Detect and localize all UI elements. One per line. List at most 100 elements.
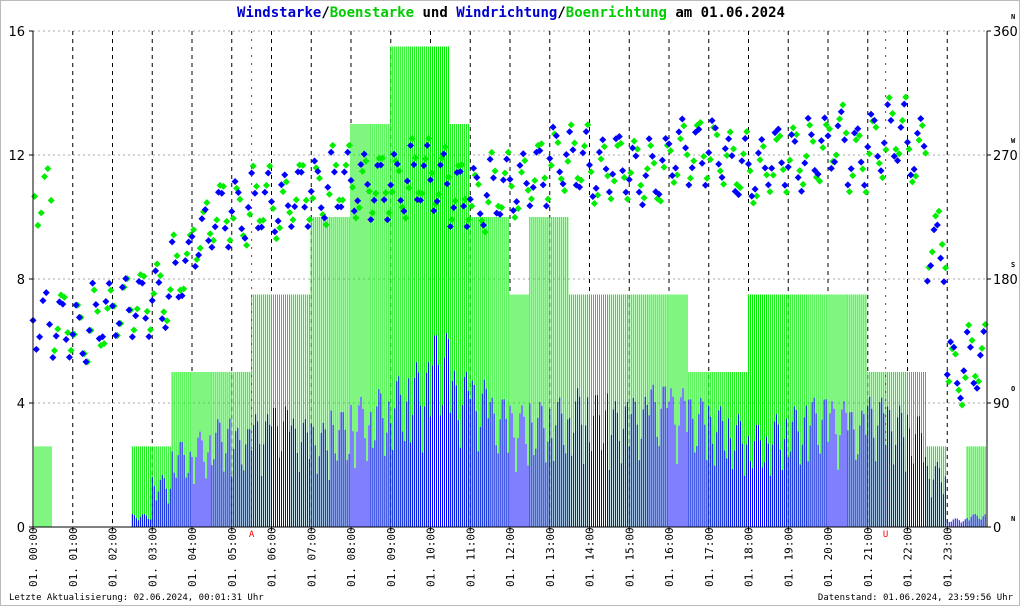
gust-direction-point (143, 307, 151, 315)
wind-direction-point (566, 128, 574, 136)
gust-direction-point (170, 231, 178, 239)
wind-direction-point (758, 135, 766, 143)
wind-direction-point (794, 173, 802, 181)
wind-direction-point (592, 184, 600, 192)
gust-direction-point (531, 177, 539, 185)
wind-direction-point (556, 168, 564, 176)
y-left-tick-label: 0 (17, 521, 25, 536)
gust-direction-point (713, 131, 721, 139)
x-tick-label: 01. 17:00 (703, 527, 716, 587)
wind-direction-point (867, 110, 875, 118)
wind-direction-point (860, 181, 868, 189)
y-right-tick-label: 90 (993, 397, 1010, 412)
wind-direction-point (864, 143, 872, 151)
wind-direction-point (910, 165, 918, 173)
wind-direction-point (834, 122, 842, 130)
gust-direction-point (720, 180, 728, 188)
wind-direction-point (89, 279, 97, 287)
x-tick-label: 01. 18:00 (743, 527, 756, 587)
gust-direction-point (130, 326, 138, 334)
y-right-tick-label: 0 (993, 521, 1001, 536)
gust-direction-point (309, 194, 317, 202)
wind-direction-point (586, 161, 593, 169)
wind-direction-point (917, 115, 925, 123)
wind-direction-point (721, 145, 729, 153)
wind-direction-point (745, 160, 752, 168)
wind-direction-point (171, 259, 179, 267)
gust-direction-point (789, 124, 797, 132)
gust-direction-point (54, 325, 62, 333)
compass-label: S (1011, 261, 1015, 269)
gust-direction-point (34, 221, 42, 229)
wind-direction-point (632, 152, 640, 160)
wind-direction-point (599, 136, 607, 144)
wind-direction-point (857, 158, 865, 166)
gust-direction-point (889, 110, 897, 118)
gust-direction-point (600, 143, 608, 151)
x-tick-label: 01. 20:00 (822, 527, 835, 587)
wind-direction-point (900, 100, 908, 108)
gust-direction-point (37, 209, 45, 217)
wind-direction-point (635, 188, 643, 196)
wind-direction-point (824, 132, 832, 140)
wind-direction-point (489, 174, 497, 182)
wind-direction-point (741, 134, 749, 142)
wind-direction-point (208, 243, 216, 251)
gust-direction-point (667, 147, 675, 155)
gust-direction-point (276, 224, 284, 232)
gust-direction-point (902, 93, 910, 101)
gust-direction-point (269, 205, 277, 213)
gust-direction-point (587, 168, 595, 176)
gust-direction-point (683, 151, 691, 159)
gust-direction-point (246, 210, 254, 218)
gust-direction-point (839, 101, 847, 109)
gust-direction-point (511, 213, 519, 221)
wind-direction-point (639, 201, 646, 209)
wind-direction-point (957, 394, 964, 402)
gust-direction-point (41, 173, 49, 181)
wind-direction-point (841, 136, 849, 144)
gust-direction-point (518, 168, 526, 176)
gust-direction-point (928, 248, 936, 256)
gust-direction-point (286, 209, 294, 217)
wind-direction-point (748, 192, 756, 200)
gust-direction-point (637, 181, 645, 189)
wind-direction-point (668, 172, 676, 180)
gust-direction-point (875, 159, 883, 167)
wind-direction-point (281, 171, 289, 179)
x-tick-label: 01. 14:00 (584, 527, 597, 587)
wind-direction-point (768, 164, 776, 172)
gust-direction-point (156, 272, 164, 280)
gust-direction-point (306, 216, 314, 224)
gust-direction-point (325, 190, 333, 198)
wind-direction-point (274, 217, 282, 225)
gust-direction-point (643, 165, 651, 173)
gust-direction-point (315, 174, 323, 182)
gust-direction-point (47, 196, 55, 204)
y-left-tick-label: 12 (8, 149, 25, 164)
gust-direction-point (223, 217, 231, 225)
wind-direction-point (168, 238, 176, 246)
x-tick-label: 01. 16:00 (663, 527, 676, 587)
wind-direction-point (132, 312, 140, 320)
y-right-tick-label: 270 (993, 149, 1018, 164)
wind-direction-point (105, 279, 113, 287)
gust-direction-point (836, 115, 844, 123)
wind-direction-point (960, 367, 968, 375)
gust-direction-point (289, 216, 297, 224)
wind-direction-point (62, 335, 70, 343)
gust-direction-point (147, 326, 155, 334)
wind-direction-point (675, 128, 683, 136)
wind-direction-point (49, 354, 57, 362)
gust-direction-point (160, 308, 168, 316)
wind-direction-point (877, 167, 885, 175)
wind-direction-point (65, 353, 73, 361)
x-tick-label: 01. 11:00 (464, 527, 477, 587)
gust-direction-point (243, 241, 251, 249)
wind-direction-point (549, 123, 557, 131)
wind-direction-point (330, 168, 338, 176)
wind-direction-point (261, 188, 269, 196)
gust-direction-point (749, 199, 757, 207)
x-tick-label: 01. 01:00 (67, 527, 80, 587)
gust-direction-point (292, 196, 300, 204)
